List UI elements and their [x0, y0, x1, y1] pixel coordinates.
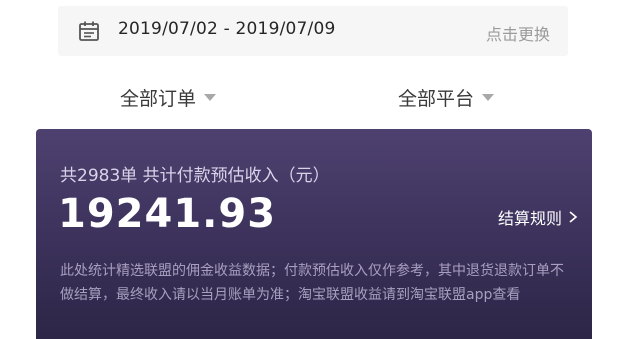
- income-note: 此处统计精选联盟的佣金收益数据；付款预估收入仅作参考，其中退货退款订单不做结算，…: [60, 263, 564, 303]
- income-summary-card: 共2983单 共计付款预估收入（元） 19241.93 结算规则 此处统计精选联…: [36, 129, 592, 339]
- order-filter-label: 全部订单: [120, 88, 197, 110]
- platform-filter-dropdown[interactable]: 全部平台: [398, 84, 495, 111]
- date-range-picker[interactable]: 2019/07/02 - 2019/07/09 点击更换: [58, 6, 568, 56]
- settlement-rules-label: 结算规则: [497, 209, 562, 228]
- platform-filter-label: 全部平台: [398, 88, 475, 110]
- order-income-summary: 共2983单 共计付款预估收入（元）: [60, 166, 330, 186]
- caret-down-icon: [482, 94, 495, 101]
- filter-bar: 全部订单 全部平台: [0, 80, 640, 120]
- change-date-link[interactable]: 点击更换: [486, 21, 550, 45]
- order-filter-dropdown[interactable]: 全部订单: [120, 84, 217, 111]
- date-range-value: 2019/07/02 - 2019/07/09: [118, 19, 336, 39]
- caret-down-icon: [204, 94, 217, 101]
- chevron-right-icon: [569, 211, 578, 223]
- estimated-income-amount: 19241.93: [58, 191, 277, 237]
- settlement-rules-link[interactable]: 结算规则: [498, 205, 578, 229]
- calendar-icon: [79, 21, 99, 41]
